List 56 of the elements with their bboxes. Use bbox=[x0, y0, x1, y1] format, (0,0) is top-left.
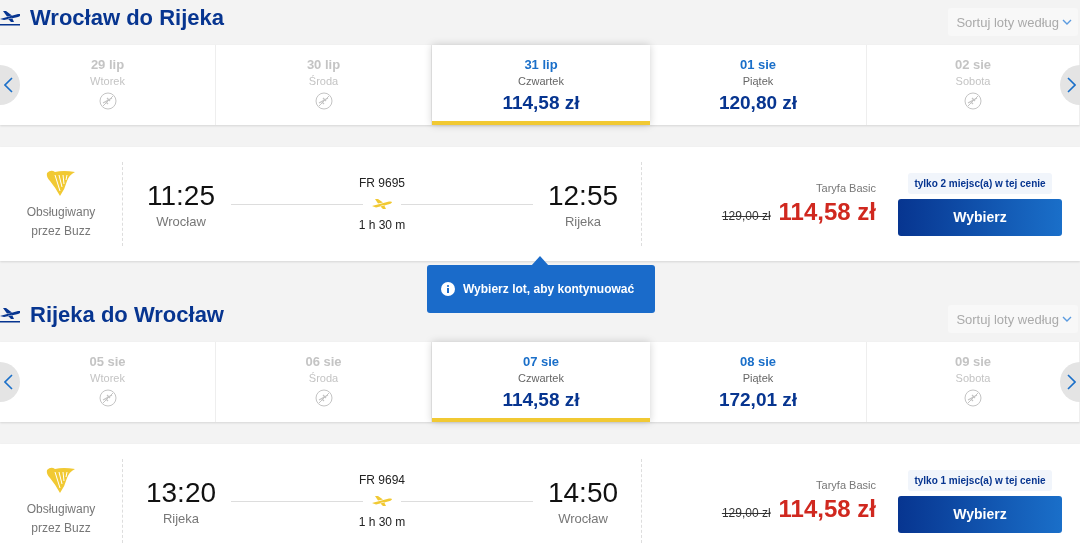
old-price: 129,00 zł bbox=[721, 209, 771, 223]
old-price: 129,00 zł bbox=[721, 506, 771, 520]
flight-number: FR 9695 bbox=[359, 176, 405, 190]
date-tab[interactable]: 29 lip Wtorek bbox=[0, 45, 216, 125]
departure-city: Rijeka bbox=[162, 510, 200, 526]
date-tab[interactable]: 09 sie Sobota bbox=[867, 342, 1080, 422]
info-icon bbox=[441, 282, 455, 296]
sort-dropdown[interactable]: Sortuj loty według bbox=[948, 8, 1078, 36]
departure-time: 11:25 bbox=[147, 179, 215, 212]
tooltip-text: Wybierz lot, aby kontynuować bbox=[463, 282, 635, 296]
select-button[interactable]: Wybierz bbox=[898, 198, 1062, 236]
plane-icon bbox=[0, 307, 20, 323]
select-button[interactable]: Wybierz bbox=[898, 495, 1062, 533]
arrival-time: 14:50 bbox=[547, 476, 619, 509]
chevron-left-icon bbox=[4, 77, 13, 93]
chevron-down-icon bbox=[1062, 315, 1072, 323]
chevron-down-icon bbox=[1062, 18, 1072, 26]
chevron-right-icon bbox=[1067, 374, 1076, 390]
no-flight-icon bbox=[98, 92, 117, 110]
operator-label: Obsługiwany przez Buzz bbox=[25, 204, 97, 240]
departure-city: Wrocław bbox=[156, 213, 206, 229]
no-flight-icon bbox=[964, 92, 982, 110]
sort-dropdown[interactable]: Sortuj loty według bbox=[948, 305, 1078, 333]
fare-name: Taryfa Basic bbox=[816, 479, 876, 491]
arrival-city: Rijeka bbox=[564, 213, 602, 229]
date-tab[interactable]: 05 sie Wtorek bbox=[0, 342, 216, 422]
plane-icon bbox=[371, 495, 393, 507]
price: 114,58 zł bbox=[778, 495, 876, 523]
route-title: Wrocław do Rijeka bbox=[30, 5, 224, 31]
plane-icon bbox=[0, 10, 20, 26]
price: 114,58 zł bbox=[778, 198, 876, 226]
fare-name: Taryfa Basic bbox=[816, 182, 876, 194]
seats-badge: tylko 2 miejsc(a) w tej cenie bbox=[908, 172, 1052, 194]
date-tab[interactable]: 31 lip Czwartek 114,58 zł bbox=[432, 45, 650, 125]
departure-time: 13:20 bbox=[145, 476, 217, 509]
date-tab[interactable]: 07 sie Czwartek 114,58 zł bbox=[432, 342, 650, 422]
arrival-time: 12:55 bbox=[547, 179, 619, 212]
chevron-right-icon bbox=[1067, 77, 1076, 93]
chevron-left-icon bbox=[4, 374, 13, 390]
route-title: Rijeka do Wrocław bbox=[30, 302, 224, 328]
date-tab[interactable]: 02 sie Sobota bbox=[867, 45, 1080, 125]
flight-duration: 1 h 30 m bbox=[358, 515, 406, 529]
date-tab[interactable]: 06 sie Środa bbox=[216, 342, 432, 422]
date-tab[interactable]: 30 lip Środa bbox=[216, 45, 432, 125]
date-tab[interactable]: 01 sie Piątek 120,80 zł bbox=[650, 45, 867, 125]
flight-number: FR 9694 bbox=[359, 473, 405, 487]
arrival-city: Wrocław bbox=[558, 510, 608, 526]
flight-duration: 1 h 30 m bbox=[358, 218, 406, 232]
operator-label: Obsługiwany przez Buzz bbox=[25, 501, 97, 537]
no-flight-icon bbox=[314, 92, 333, 110]
date-tab[interactable]: 08 sie Piątek 172,01 zł bbox=[650, 342, 867, 422]
plane-icon bbox=[371, 198, 393, 210]
no-flight-icon bbox=[98, 389, 117, 407]
seats-badge: tylko 1 miejsc(a) w tej cenie bbox=[908, 469, 1052, 491]
no-flight-icon bbox=[314, 389, 333, 407]
no-flight-icon bbox=[964, 389, 982, 407]
